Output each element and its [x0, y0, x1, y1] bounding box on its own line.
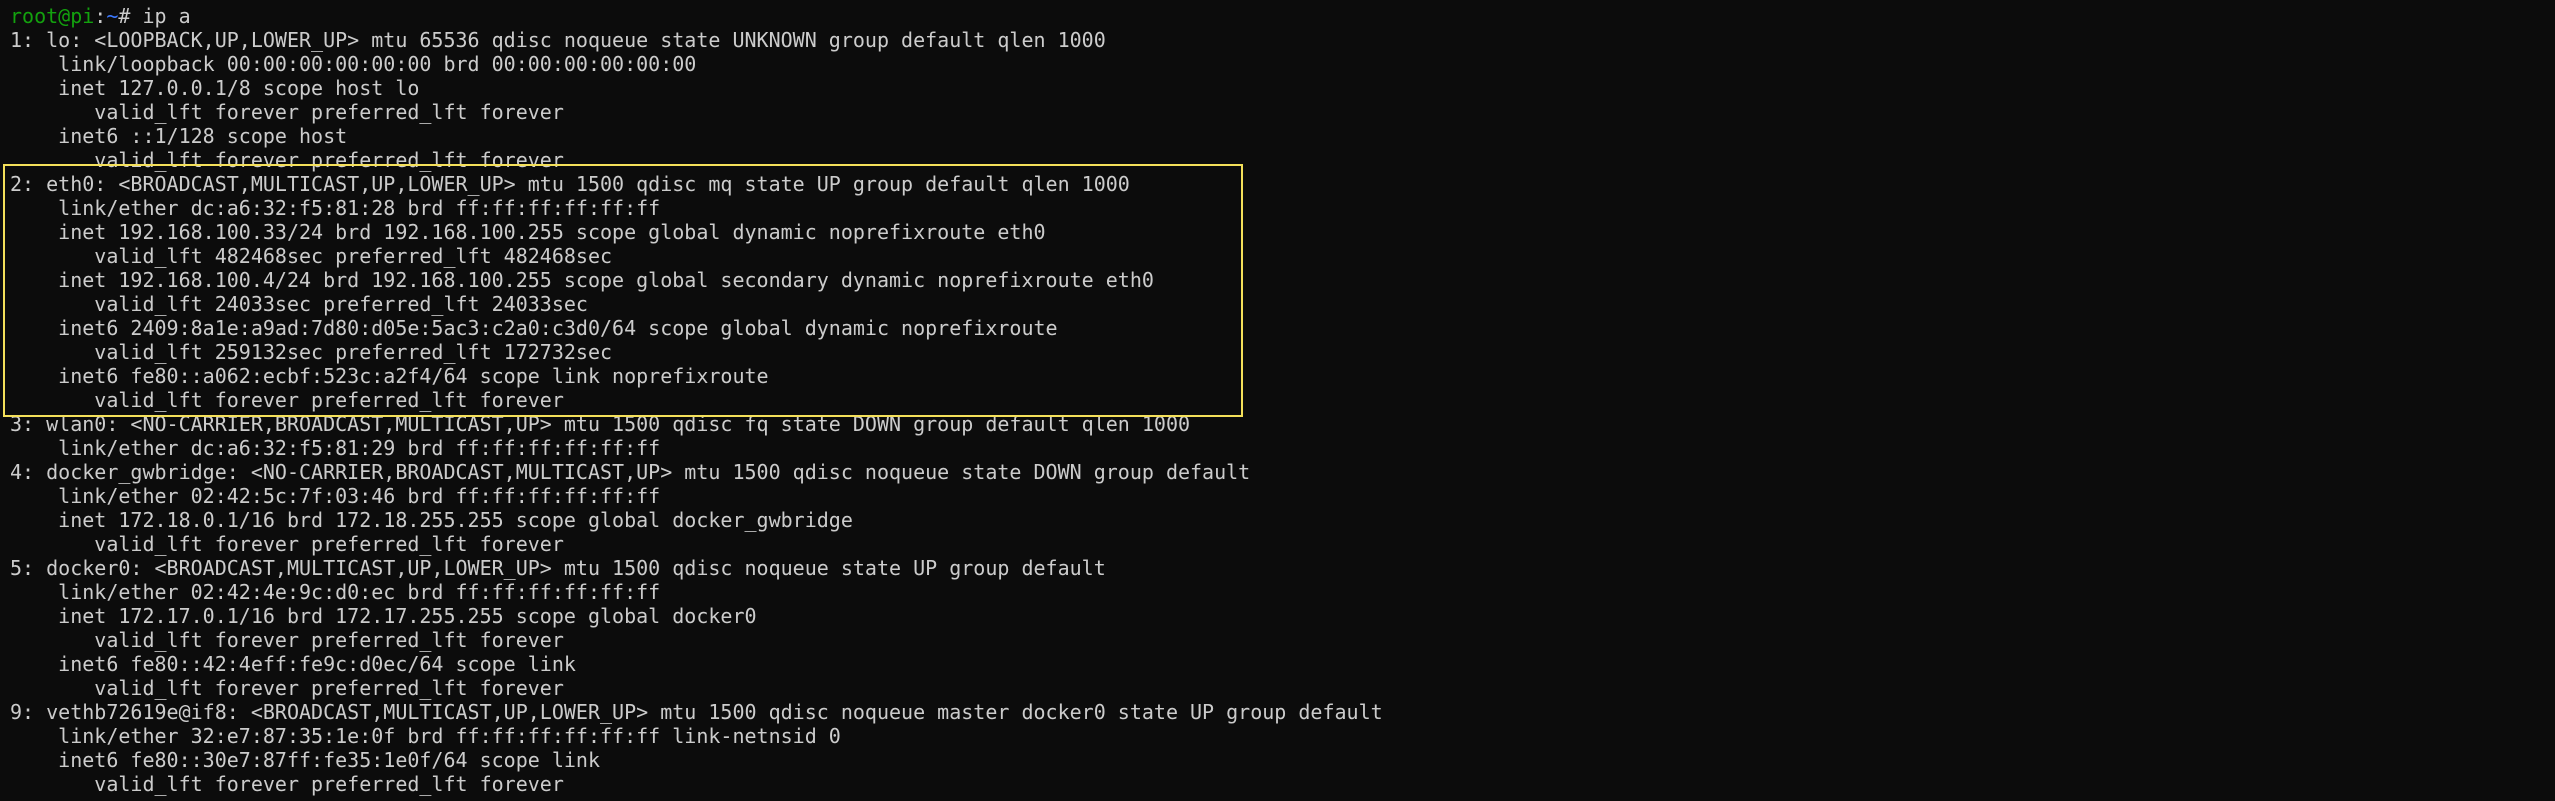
output-line: valid_lft forever preferred_lft forever	[10, 100, 564, 124]
output-line: valid_lft forever preferred_lft forever	[10, 628, 564, 652]
output-line: inet6 fe80::30e7:87ff:fe35:1e0f/64 scope…	[10, 748, 601, 772]
output-line: inet6 fe80::42:4eff:fe9c:d0ec/64 scope l…	[10, 652, 576, 676]
output-line: valid_lft forever preferred_lft forever	[10, 148, 564, 172]
output-line: inet6 2409:8a1e:a9ad:7d80:d05e:5ac3:c2a0…	[10, 316, 1058, 340]
output-line: valid_lft 24033sec preferred_lft 24033se…	[10, 292, 588, 316]
output-line: 9: vethb72619e@if8: <BROADCAST,MULTICAST…	[10, 700, 1383, 724]
prompt-path: ~	[106, 4, 119, 28]
output-line: link/ether 02:42:5c:7f:03:46 brd ff:ff:f…	[10, 484, 661, 508]
terminal-window[interactable]: root@pi:~# ip a 1: lo: <LOOPBACK,UP,LOWE…	[0, 0, 2555, 801]
output-line: inet6 ::1/128 scope host	[10, 124, 348, 148]
output-line: valid_lft forever preferred_lft forever	[10, 772, 564, 796]
output-line: inet 192.168.100.4/24 brd 192.168.100.25…	[10, 268, 1154, 292]
output-line: valid_lft 482468sec preferred_lft 482468…	[10, 244, 613, 268]
output-line: 3: wlan0: <NO-CARRIER,BROADCAST,MULTICAS…	[10, 412, 1191, 436]
output-line: 1: lo: <LOOPBACK,UP,LOWER_UP> mtu 65536 …	[10, 28, 1106, 52]
output-line: inet 172.17.0.1/16 brd 172.17.255.255 sc…	[10, 604, 757, 628]
prompt-command: ip a	[142, 4, 191, 28]
output-line: inet 127.0.0.1/8 scope host lo	[10, 76, 420, 100]
prompt-line: root@pi:~# ip a	[10, 4, 1383, 28]
output-line: valid_lft forever preferred_lft forever	[10, 532, 564, 556]
output-line: link/ether 02:42:4e:9c:d0:ec brd ff:ff:f…	[10, 580, 661, 604]
prompt-separator: :	[94, 4, 107, 28]
output-line: inet 172.18.0.1/16 brd 172.18.255.255 sc…	[10, 508, 853, 532]
output-line: 5: docker0: <BROADCAST,MULTICAST,UP,LOWE…	[10, 556, 1106, 580]
command-output: 1: lo: <LOOPBACK,UP,LOWER_UP> mtu 65536 …	[10, 28, 1383, 796]
prompt-symbol: #	[118, 4, 143, 28]
output-line: 4: docker_gwbridge: <NO-CARRIER,BROADCAS…	[10, 460, 1251, 484]
output-line: valid_lft 259132sec preferred_lft 172732…	[10, 340, 613, 364]
output-line: 2: eth0: <BROADCAST,MULTICAST,UP,LOWER_U…	[10, 172, 1130, 196]
output-line: link/ether 32:e7:87:35:1e:0f brd ff:ff:f…	[10, 724, 841, 748]
output-line: link/ether dc:a6:32:f5:81:28 brd ff:ff:f…	[10, 196, 661, 220]
output-line: valid_lft forever preferred_lft forever	[10, 388, 564, 412]
output-line: valid_lft forever preferred_lft forever	[10, 676, 564, 700]
terminal-output: root@pi:~# ip a 1: lo: <LOOPBACK,UP,LOWE…	[10, 4, 1383, 796]
prompt-user-host: root@pi	[10, 4, 95, 28]
output-line: inet 192.168.100.33/24 brd 192.168.100.2…	[10, 220, 1046, 244]
output-line: inet6 fe80::a062:ecbf:523c:a2f4/64 scope…	[10, 364, 769, 388]
output-line: link/ether dc:a6:32:f5:81:29 brd ff:ff:f…	[10, 436, 661, 460]
output-line: link/loopback 00:00:00:00:00:00 brd 00:0…	[10, 52, 697, 76]
